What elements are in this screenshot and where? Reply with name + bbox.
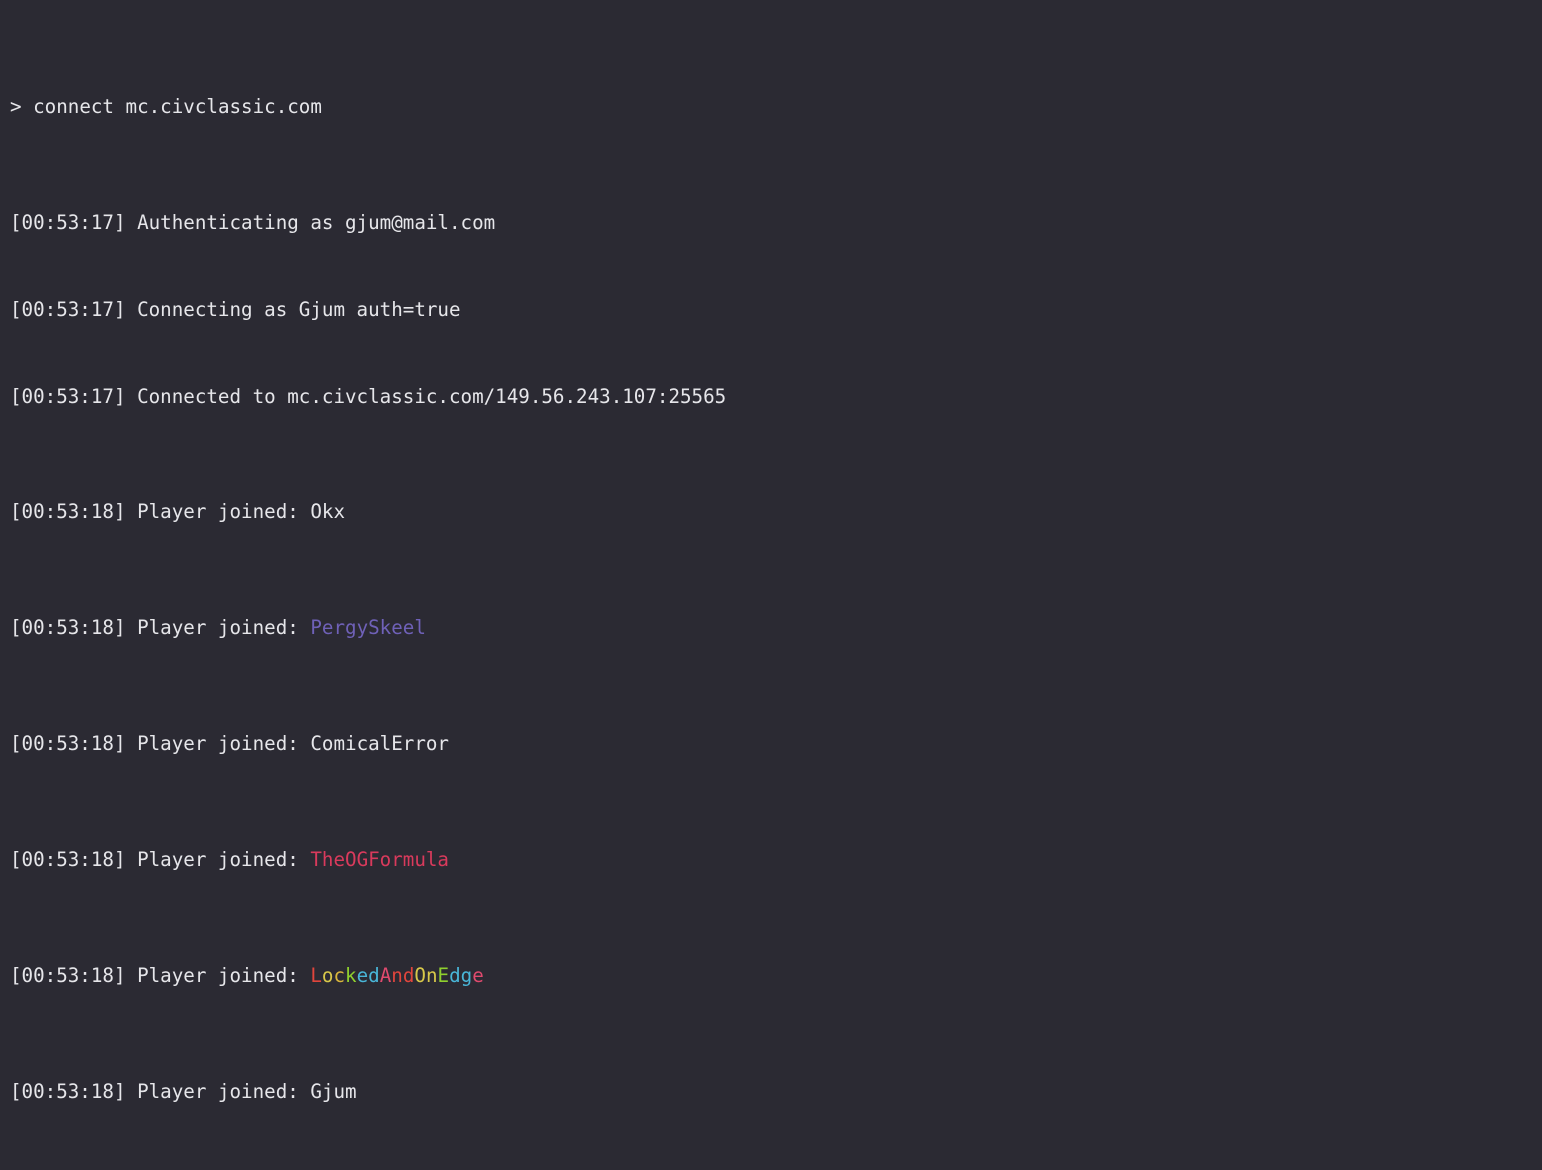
player-name-char: A <box>379 963 392 987</box>
terminal-line-connect-command: > connect mc.civclassic.com <box>10 93 1542 122</box>
log-prefix: [00:53:18] Player joined: <box>10 500 311 524</box>
player-name-char: d <box>402 963 415 987</box>
player-name-char: d <box>449 963 461 987</box>
player-name: PergySkeel <box>310 616 426 640</box>
player-name: TheOGFormula <box>310 848 449 872</box>
terminal-line-player-joined-gjum: [00:53:18] Player joined: Gjum <box>10 1078 1542 1107</box>
player-name-char: n <box>425 963 438 987</box>
player-name-char: n <box>391 963 403 987</box>
player-name-char: o <box>321 963 334 987</box>
player-name-char: g <box>460 963 473 987</box>
terminal-line-authenticating: [00:53:17] Authenticating as gjum@mail.c… <box>10 210 496 234</box>
player-name-char: d <box>368 963 380 987</box>
log-prefix: [00:53:18] Player joined: <box>10 963 311 987</box>
terminal-line-player-joined-theogformula: [00:53:18] Player joined: TheOGFormula <box>10 846 1542 875</box>
player-name-char: k <box>345 963 357 987</box>
terminal-line-connected: [00:53:17] Connected to mc.civclassic.co… <box>10 384 727 408</box>
terminal-line-connecting: [00:53:17] Connecting as Gjum auth=true <box>10 297 461 321</box>
player-name-char: L <box>310 963 322 987</box>
log-prefix: [00:53:18] Player joined: <box>10 1079 311 1103</box>
player-name: Okx <box>310 500 346 524</box>
player-name: Gjum <box>310 1079 357 1103</box>
terminal-line-player-joined-pergyskeel: [00:53:18] Player joined: PergySkeel <box>10 614 1542 643</box>
player-name-rainbow: LockedAndOnEdge <box>310 964 483 987</box>
terminal-line-player-joined-okx: [00:53:18] Player joined: Okx <box>10 498 1542 527</box>
log-prefix: [00:53:18] Player joined: <box>10 616 311 640</box>
command-text: connect mc.civclassic.com <box>33 94 322 118</box>
player-name-char: e <box>356 963 369 987</box>
player-name-char: O <box>414 963 426 987</box>
terminal-output[interactable]: > connect mc.civclassic.com [00:53:17] A… <box>0 0 1542 1170</box>
terminal-line-player-joined-comicalerror: [00:53:18] Player joined: ComicalError <box>10 730 1542 759</box>
player-name-char: c <box>333 963 346 987</box>
log-prefix: [00:53:18] Player joined: <box>10 732 311 756</box>
player-name: ComicalError <box>310 732 449 756</box>
log-prefix: [00:53:18] Player joined: <box>10 848 311 872</box>
player-name-char: E <box>437 963 450 987</box>
terminal-line-player-joined-lockedandonedge: [00:53:18] Player joined: LockedAndOnEdg… <box>10 962 1542 991</box>
player-name-char: e <box>472 963 484 987</box>
prompt-symbol: > <box>10 94 34 118</box>
